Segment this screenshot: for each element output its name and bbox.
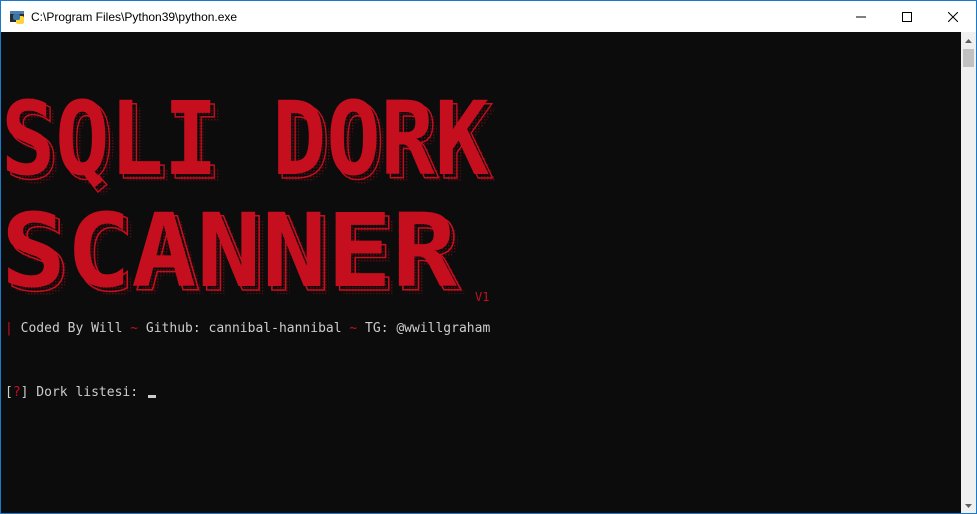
chevron-down-icon — [965, 503, 972, 508]
credits-separator: ~ — [130, 321, 139, 336]
close-button[interactable] — [930, 1, 976, 32]
github-text: Github: cannibal-hannibal — [138, 321, 350, 336]
credits-bar: | — [5, 321, 13, 336]
version-label: V1 — [475, 290, 490, 304]
ascii-banner: SQLI DORK SQLI DORK SQLI DORK SCANNER SC… — [1, 62, 501, 302]
scroll-down-button[interactable] — [961, 497, 976, 513]
credits-line: | Coded By Will ~ Github: cannibal-hanni… — [5, 321, 490, 336]
minimize-icon — [856, 16, 866, 17]
banner-line-2: SCANNER — [1, 192, 458, 302]
close-icon — [948, 11, 958, 22]
telegram-text: TG: @wwillgraham — [357, 321, 491, 336]
python-icon — [9, 9, 25, 25]
window-title: C:\Program Files\Python39\python.exe — [31, 9, 238, 24]
question-mark-icon: ? — [12, 385, 21, 400]
coded-by-text: Coded By Will — [12, 321, 131, 336]
scroll-up-button[interactable] — [961, 32, 976, 49]
prompt-bracket-open: [ — [5, 385, 13, 400]
vertical-scrollbar[interactable] — [961, 32, 976, 513]
console-output[interactable]: SQLI DORK SQLI DORK SQLI DORK SCANNER SC… — [1, 32, 961, 513]
minimize-button[interactable] — [838, 1, 884, 32]
console-window: C:\Program Files\Python39\python.exe SQL… — [0, 0, 977, 514]
banner-line-1: SQLI DORK — [1, 80, 490, 199]
title-bar[interactable]: C:\Program Files\Python39\python.exe — [1, 1, 976, 32]
maximize-button[interactable] — [884, 1, 930, 32]
chevron-up-icon — [965, 38, 972, 43]
maximize-icon — [902, 11, 912, 22]
dork-list-prompt[interactable]: [?] Dork listesi: — [5, 385, 156, 400]
prompt-label: Dork listesi: — [28, 385, 146, 400]
scrollbar-thumb[interactable] — [963, 49, 974, 67]
text-cursor[interactable] — [147, 395, 156, 398]
